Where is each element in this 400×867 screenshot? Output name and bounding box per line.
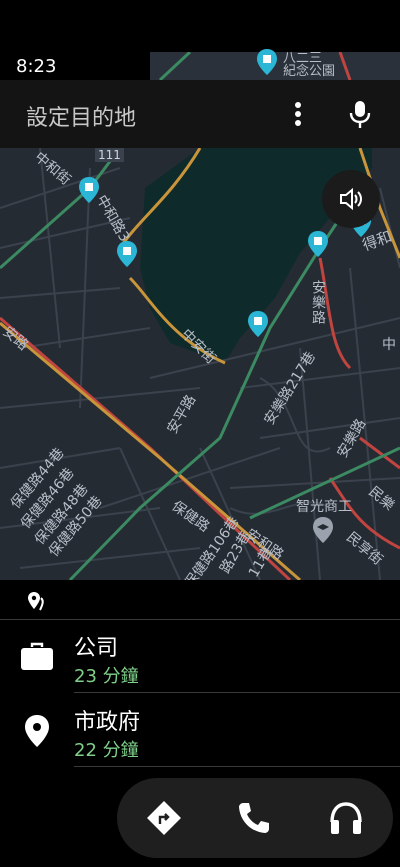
search-placeholder[interactable]: 設定目的地 [26,100,136,132]
more-vert-icon[interactable] [286,98,310,130]
map-pin-2[interactable] [116,240,138,268]
phone-icon [239,803,269,833]
volume-button[interactable] [322,170,380,228]
map-pin-1[interactable] [78,176,100,204]
list-item[interactable] [0,620,400,692]
list-item[interactable] [0,694,400,766]
list-divider [74,766,400,767]
directions-icon [147,801,181,835]
map-pin-3[interactable] [307,230,329,258]
map-label-route-badge: 111 [95,148,124,162]
list-divider [74,692,400,693]
nearby-places-icon[interactable] [26,590,46,612]
audio-button[interactable] [318,790,374,846]
map-label-top-park: 八二三 紀念公園 [283,51,336,79]
status-time: 8:23 [16,56,57,77]
map-pin-4[interactable] [247,310,269,338]
map-label-zhiguang: 智光商工 [296,499,352,515]
navigation-button[interactable] [136,790,192,846]
place-pin-icon [25,715,49,747]
destination-eta: 22 分鐘 [74,740,139,761]
destination-title: 市政府 [74,710,141,735]
headphones-icon [330,802,362,834]
mic-icon[interactable] [346,98,374,130]
map-label-zhong-right: 中 [382,337,396,353]
destination-title: 公司 [74,636,119,661]
volume-icon [340,187,362,211]
map-pin-top[interactable] [256,48,278,76]
destination-eta: 23 分鐘 [74,666,139,687]
briefcase-icon [21,642,53,670]
map-label-anle-rd-right: 安樂路 [310,280,326,325]
phone-button[interactable] [226,790,282,846]
school-pin-icon [313,517,333,543]
